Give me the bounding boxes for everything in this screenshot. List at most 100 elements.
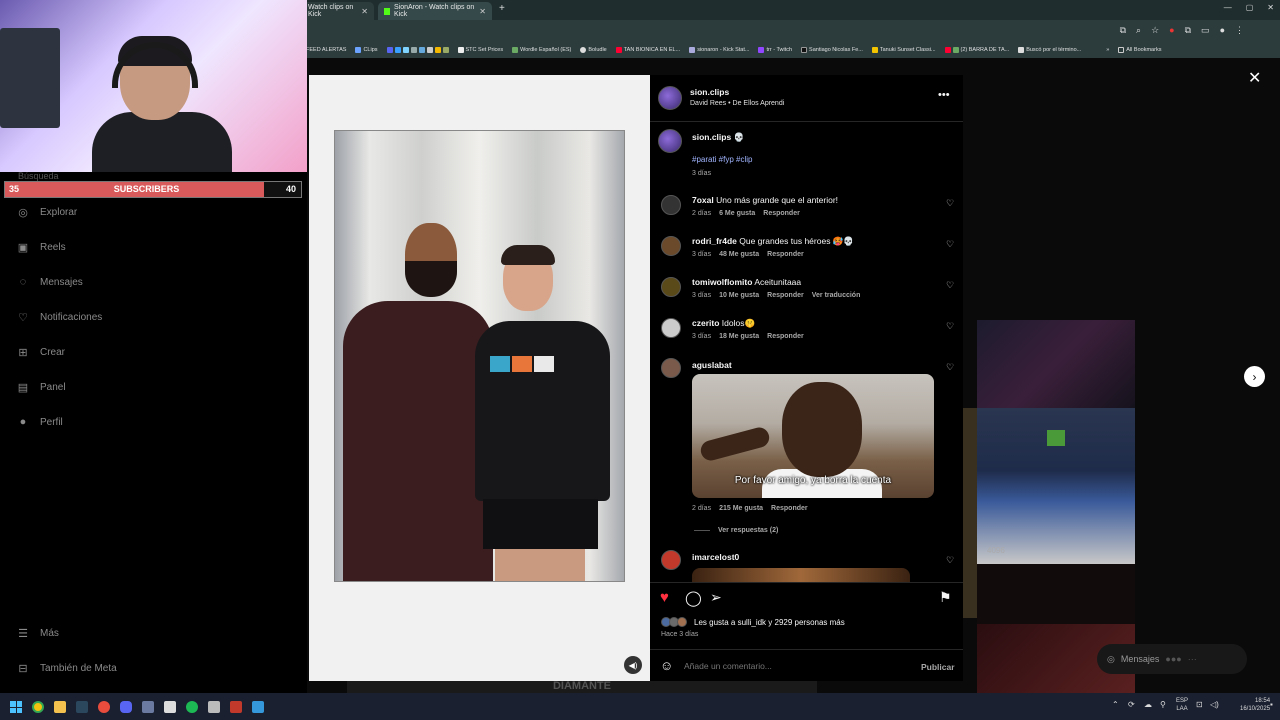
gif-attachment[interactable]: Por favor amigo, ya borra la cuenta xyxy=(692,374,934,498)
avatar[interactable] xyxy=(661,195,681,215)
notification-icon[interactable]: ▪ xyxy=(1270,700,1273,709)
install-icon[interactable]: ⧉ xyxy=(1120,25,1126,36)
star-icon[interactable]: ☆ xyxy=(1151,25,1159,36)
publish-button[interactable]: Publicar xyxy=(921,662,955,672)
menu-icon[interactable]: ⋮ xyxy=(1235,25,1244,36)
bookmark[interactable]: Santiago Nicolas Fe... xyxy=(801,47,863,53)
likes-summary[interactable]: Les gusta a sulli_idk y 2929 personas má… xyxy=(661,617,845,627)
zoom-icon[interactable]: ⌕ xyxy=(1136,25,1141,36)
like-count[interactable]: 6 Me gusta xyxy=(719,210,755,217)
bookmark[interactable]: Tanuki Sunset Classi... xyxy=(871,47,936,53)
reel-thumbnail[interactable] xyxy=(977,564,1135,624)
reply-button[interactable]: Responder xyxy=(767,292,804,299)
sidebar-item-notificaciones[interactable]: ♡ Notificaciones xyxy=(16,310,102,324)
app-icon[interactable] xyxy=(252,701,264,713)
like-count[interactable]: 10 Me gusta xyxy=(719,292,759,299)
like-count[interactable]: 18 Me gusta xyxy=(719,333,759,340)
reply-button[interactable]: Responder xyxy=(767,251,804,258)
tray-icon[interactable]: ⚲ xyxy=(1160,700,1166,709)
comment-user[interactable]: czerito xyxy=(692,318,719,328)
close-tab-icon[interactable]: ✕ xyxy=(361,7,368,16)
app-icon[interactable] xyxy=(142,701,154,713)
bookmark[interactable]: (2) BARRA DE TA... xyxy=(944,47,1009,53)
post-media[interactable]: ◀) xyxy=(309,75,650,681)
like-comment-icon[interactable]: ♡ xyxy=(946,239,954,250)
hashtags[interactable]: #parati #fyp #clip xyxy=(692,155,752,164)
like-count[interactable]: 48 Me gusta xyxy=(719,251,759,258)
like-comment-icon[interactable]: ♡ xyxy=(946,280,954,291)
liked-heart-icon[interactable]: ♥ xyxy=(660,589,669,606)
obs-icon[interactable] xyxy=(164,701,176,713)
avatar[interactable] xyxy=(661,550,681,570)
extension-icon[interactable]: ● xyxy=(1169,25,1174,36)
like-count[interactable]: 215 Me gusta xyxy=(719,505,763,512)
avatar[interactable] xyxy=(661,318,681,338)
bookmark[interactable]: TAN BIONICA EN EL... xyxy=(615,47,680,53)
tray-icon[interactable]: ☁ xyxy=(1144,700,1152,709)
spotify-icon[interactable] xyxy=(186,701,198,713)
comment-user[interactable]: rodri_fr4de xyxy=(692,236,737,246)
close-modal-icon[interactable]: ✕ xyxy=(1248,68,1261,88)
bookmark[interactable]: sionaron - Kick Stat... xyxy=(689,47,749,53)
comment-user[interactable]: 7oxal xyxy=(692,195,714,205)
comment-icon[interactable]: ◯ xyxy=(685,589,702,607)
extensions-icon[interactable]: ⧉ xyxy=(1185,25,1191,36)
like-comment-icon[interactable]: ♡ xyxy=(946,362,954,373)
sidebar-item-perfil[interactable]: ● Perfil xyxy=(16,415,63,429)
save-bookmark-icon[interactable]: ⚑ xyxy=(939,589,952,606)
avatar[interactable] xyxy=(658,86,682,110)
bookmark[interactable]: FEED ALERTAS xyxy=(306,47,346,53)
sidebar-item-panel[interactable]: ▤ Panel xyxy=(16,380,66,394)
sidebar-item-mensajes[interactable]: ◌ Mensajes xyxy=(16,275,83,289)
emoji-icon[interactable]: ☺ xyxy=(660,658,673,673)
gif-attachment-partial[interactable] xyxy=(692,568,910,582)
browser-tab-1[interactable]: Watch clips on Kick ✕ xyxy=(302,2,374,20)
steam-icon[interactable] xyxy=(76,701,88,713)
volume-icon[interactable]: ◁) xyxy=(1210,700,1219,709)
sidebar-item-meta[interactable]: ⊟ También de Meta xyxy=(16,661,116,675)
next-post-button[interactable]: › xyxy=(1244,366,1265,387)
messages-pill[interactable]: ◎ Mensajes ●●● ··· xyxy=(1097,644,1247,674)
audio-toggle-icon[interactable]: ◀) xyxy=(624,656,642,674)
bookmark[interactable]: STC Set Prices xyxy=(457,47,503,53)
close-tab-icon[interactable]: ✕ xyxy=(479,7,486,16)
bookmark[interactable]: CLips xyxy=(355,47,378,53)
bookmark[interactable]: Wordle Español (ES) xyxy=(512,47,571,53)
reply-button[interactable]: Responder xyxy=(763,210,800,217)
app-icon[interactable] xyxy=(208,701,220,713)
reply-button[interactable]: Responder xyxy=(767,333,804,340)
comment-user[interactable]: tomiwolflomito xyxy=(692,277,752,287)
sidebar-icon[interactable]: ▭ xyxy=(1201,25,1210,36)
app-icon[interactable] xyxy=(230,701,242,713)
comment-user[interactable]: imarcelost0 xyxy=(692,552,739,562)
reel-thumbnail[interactable]: 4096 xyxy=(977,408,1135,564)
post-audio[interactable]: David Rees • De Ellos Aprendi xyxy=(690,100,784,107)
new-tab-button[interactable]: + xyxy=(499,3,505,14)
avatar[interactable] xyxy=(658,129,682,153)
sidebar-item-crear[interactable]: ⊞ Crear xyxy=(16,345,65,359)
reel-thumbnail[interactable] xyxy=(977,320,1135,408)
bookmark[interactable] xyxy=(386,47,449,53)
avatar[interactable] xyxy=(661,236,681,256)
network-icon[interactable]: ⊡ xyxy=(1196,700,1203,709)
share-icon[interactable]: ➢ xyxy=(710,589,722,606)
bookmark-overflow-icon[interactable]: » xyxy=(1106,47,1109,53)
sidebar-item-explorar[interactable]: ◎ Explorar xyxy=(16,205,77,219)
bookmark[interactable]: Buscó por el término... xyxy=(1018,47,1081,53)
minimize-button[interactable]: — xyxy=(1224,3,1232,12)
like-comment-icon[interactable]: ♡ xyxy=(946,555,954,566)
comment-user[interactable]: aguslabat xyxy=(692,360,732,370)
tray-icon[interactable]: ⟳ xyxy=(1128,700,1135,709)
tray-overflow-icon[interactable]: ⌃ xyxy=(1112,700,1119,709)
reply-button[interactable]: Responder xyxy=(771,505,808,512)
profile-icon[interactable]: ● xyxy=(1220,25,1225,36)
app-icon[interactable] xyxy=(98,701,110,713)
avatar[interactable] xyxy=(661,358,681,378)
clock[interactable]: 18:54 16/10/2025 xyxy=(1240,697,1270,713)
view-replies-button[interactable]: Ver respuestas (2) xyxy=(694,527,778,534)
comment-input[interactable] xyxy=(684,658,914,674)
like-comment-icon[interactable]: ♡ xyxy=(946,198,954,209)
sidebar-item-mas[interactable]: ☰ Más xyxy=(16,626,59,640)
chrome-icon[interactable] xyxy=(32,701,44,713)
language-indicator[interactable]: ESP LAA xyxy=(1176,697,1188,713)
